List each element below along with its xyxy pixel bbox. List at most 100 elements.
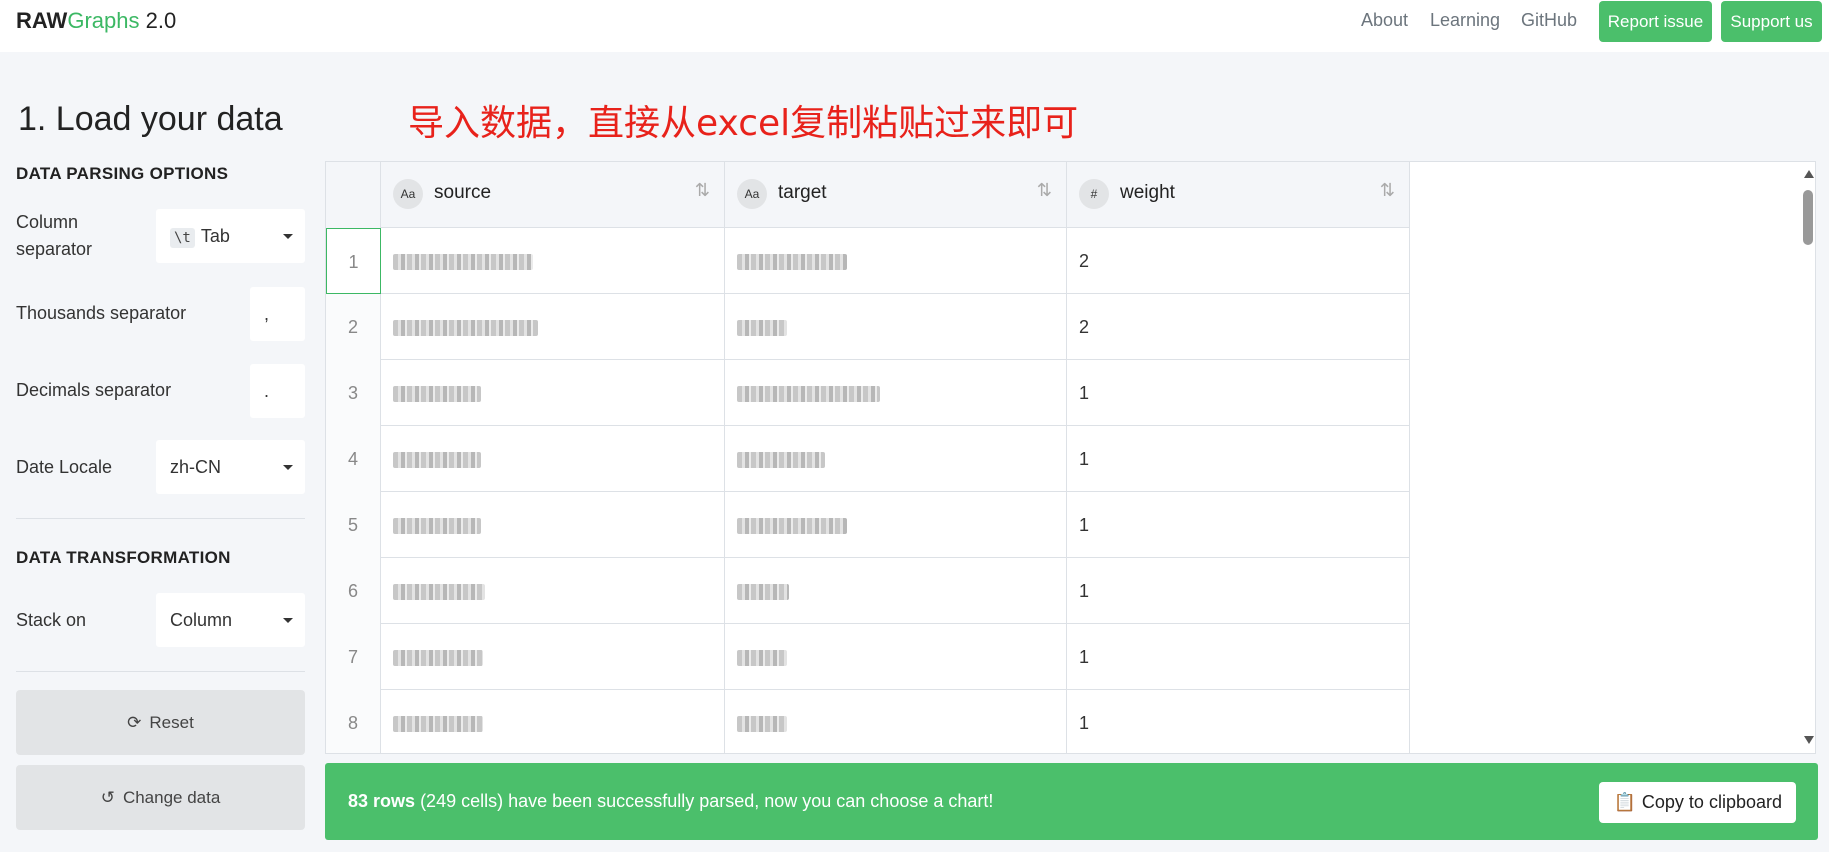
scroll-up-arrow-icon[interactable] [1804, 170, 1814, 178]
source-cell[interactable] [381, 228, 725, 294]
weight-cell[interactable]: 1 [1067, 360, 1410, 426]
undo-icon: ↺ [100, 788, 115, 807]
vertical-scrollbar[interactable] [1800, 162, 1815, 753]
index-header [326, 162, 381, 228]
target-cell[interactable] [725, 690, 1067, 753]
target-cell[interactable] [725, 294, 1067, 360]
brand-raw: RAW [16, 8, 68, 33]
blurred-text [737, 320, 787, 337]
blurred-text [737, 584, 789, 601]
source-cell[interactable] [381, 690, 725, 753]
row-index[interactable]: 7 [326, 624, 381, 690]
number-type-icon[interactable]: # [1079, 179, 1109, 209]
weight-cell[interactable]: 1 [1067, 558, 1410, 624]
reset-label: Reset [149, 713, 194, 732]
top-navbar: RAWGraphs 2.0 About Learning GitHub Repo… [0, 0, 1829, 52]
column-separator-select[interactable]: \t Tab [156, 209, 305, 263]
decimals-separator-label: Decimals separator [16, 380, 172, 400]
sort-icon[interactable]: ⇅ [695, 180, 710, 201]
brand-version: 2.0 [145, 8, 177, 33]
scroll-down-arrow-icon[interactable] [1804, 736, 1814, 744]
data-transformation-heading: DATA TRANSFORMATION [16, 548, 231, 567]
nav-github-link[interactable]: GitHub [1521, 10, 1577, 31]
stack-on-select[interactable]: Column [156, 593, 305, 647]
source-cell[interactable] [381, 492, 725, 558]
weight-cell[interactable]: 1 [1067, 690, 1410, 753]
blurred-text [393, 452, 481, 469]
weight-cell[interactable]: 1 [1067, 492, 1410, 558]
copy-label: Copy to clipboard [1641, 792, 1782, 812]
nav-about-link[interactable]: About [1361, 10, 1408, 31]
blurred-text [737, 386, 880, 403]
target-cell[interactable] [725, 426, 1067, 492]
weight-cell[interactable]: 1 [1067, 426, 1410, 492]
text-type-icon[interactable]: Aa [393, 179, 423, 209]
date-locale-label: Date Locale [16, 457, 113, 477]
stack-on-value: Column [170, 610, 233, 630]
reset-button[interactable]: ⟳ Reset [16, 690, 305, 755]
change-data-button[interactable]: ↺ Change data [16, 765, 305, 830]
row-index[interactable]: 3 [326, 360, 381, 426]
parse-status-bar: 83 rows (249 cells) have been successful… [325, 763, 1818, 840]
target-cell[interactable] [725, 360, 1067, 426]
row-index[interactable]: 6 [326, 558, 381, 624]
source-cell[interactable] [381, 558, 725, 624]
support-us-button[interactable]: Support us [1721, 1, 1822, 42]
date-locale-select[interactable]: zh-CN [156, 440, 305, 494]
report-issue-button[interactable]: Report issue [1599, 1, 1712, 42]
target-cell[interactable] [725, 624, 1067, 690]
table-row: 3 1 [326, 360, 1410, 426]
source-cell[interactable] [381, 426, 725, 492]
target-cell[interactable] [725, 228, 1067, 294]
row-index[interactable]: 8 [326, 690, 381, 753]
sort-icon[interactable]: ⇅ [1037, 180, 1052, 201]
stack-on-label: Stack on [16, 610, 87, 630]
weight-cell[interactable]: 1 [1067, 624, 1410, 690]
column-separator-value: Tab [200, 226, 230, 246]
brand-logo[interactable]: RAWGraphs 2.0 [16, 10, 176, 32]
column-name: target [778, 182, 827, 203]
weight-cell[interactable]: 2 [1067, 294, 1410, 360]
tab-chip: \t [170, 228, 195, 248]
target-cell[interactable] [725, 558, 1067, 624]
row-index[interactable]: 1 [326, 228, 381, 294]
nav-learning-link[interactable]: Learning [1430, 10, 1500, 31]
data-grid: Aa source ⇅ Aa target ⇅ # weight ⇅ 1 2 2… [325, 161, 1816, 754]
source-cell[interactable] [381, 624, 725, 690]
row-index[interactable]: 2 [326, 294, 381, 360]
clipboard-icon: 📋 [1613, 792, 1636, 812]
column-header-weight[interactable]: # weight ⇅ [1067, 162, 1410, 228]
table-row: 1 2 [326, 228, 1410, 294]
decimals-separator-input[interactable]: . [250, 364, 305, 418]
blurred-text [393, 716, 483, 733]
chevron-down-icon [283, 465, 293, 470]
column-header-target[interactable]: Aa target ⇅ [725, 162, 1067, 228]
blurred-text [393, 254, 533, 271]
table-row: 5 1 [326, 492, 1410, 558]
target-cell[interactable] [725, 492, 1067, 558]
sort-icon[interactable]: ⇅ [1380, 180, 1395, 201]
row-index[interactable]: 4 [326, 426, 381, 492]
column-separator-label: Column separator [16, 212, 93, 259]
parsing-options-heading: DATA PARSING OPTIONS [16, 164, 229, 183]
column-name: weight [1120, 182, 1175, 203]
table-row: 4 1 [326, 426, 1410, 492]
column-header-source[interactable]: Aa source ⇅ [381, 162, 725, 228]
status-message: (249 cells) have been successfully parse… [420, 791, 994, 811]
row-index[interactable]: 5 [326, 492, 381, 558]
thousands-separator-input[interactable]: , [250, 287, 305, 341]
blurred-text [737, 650, 787, 667]
source-cell[interactable] [381, 294, 725, 360]
copy-to-clipboard-button[interactable]: 📋 Copy to clipboard [1599, 782, 1796, 823]
chevron-down-icon [283, 234, 293, 239]
source-cell[interactable] [381, 360, 725, 426]
column-name: source [434, 182, 492, 203]
divider [16, 518, 305, 519]
change-data-label: Change data [122, 788, 221, 807]
grid-header: Aa source ⇅ Aa target ⇅ # weight ⇅ [326, 162, 1410, 228]
blurred-text [737, 452, 825, 469]
text-type-icon[interactable]: Aa [737, 179, 767, 209]
blurred-text [393, 650, 483, 667]
weight-cell[interactable]: 2 [1067, 228, 1410, 294]
scrollbar-thumb[interactable] [1803, 190, 1813, 245]
